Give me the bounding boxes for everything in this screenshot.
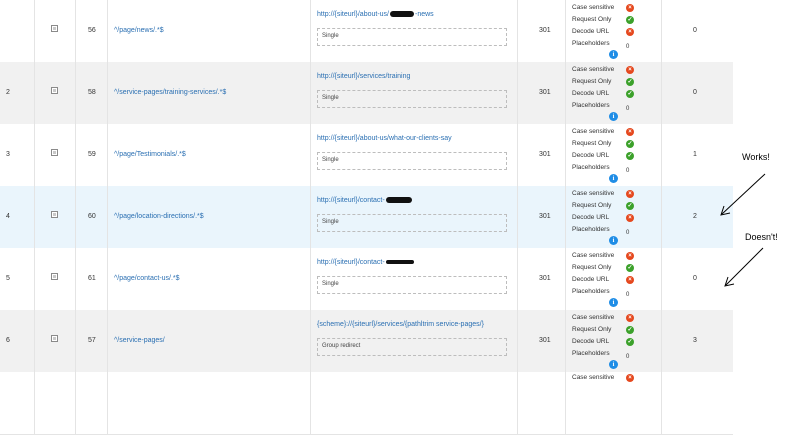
table-row: Case sensitive × — [0, 372, 733, 435]
arrow-to-row-4 — [720, 173, 766, 216]
arrow-to-row-5 — [724, 247, 764, 287]
annotation-arrows — [720, 173, 766, 287]
